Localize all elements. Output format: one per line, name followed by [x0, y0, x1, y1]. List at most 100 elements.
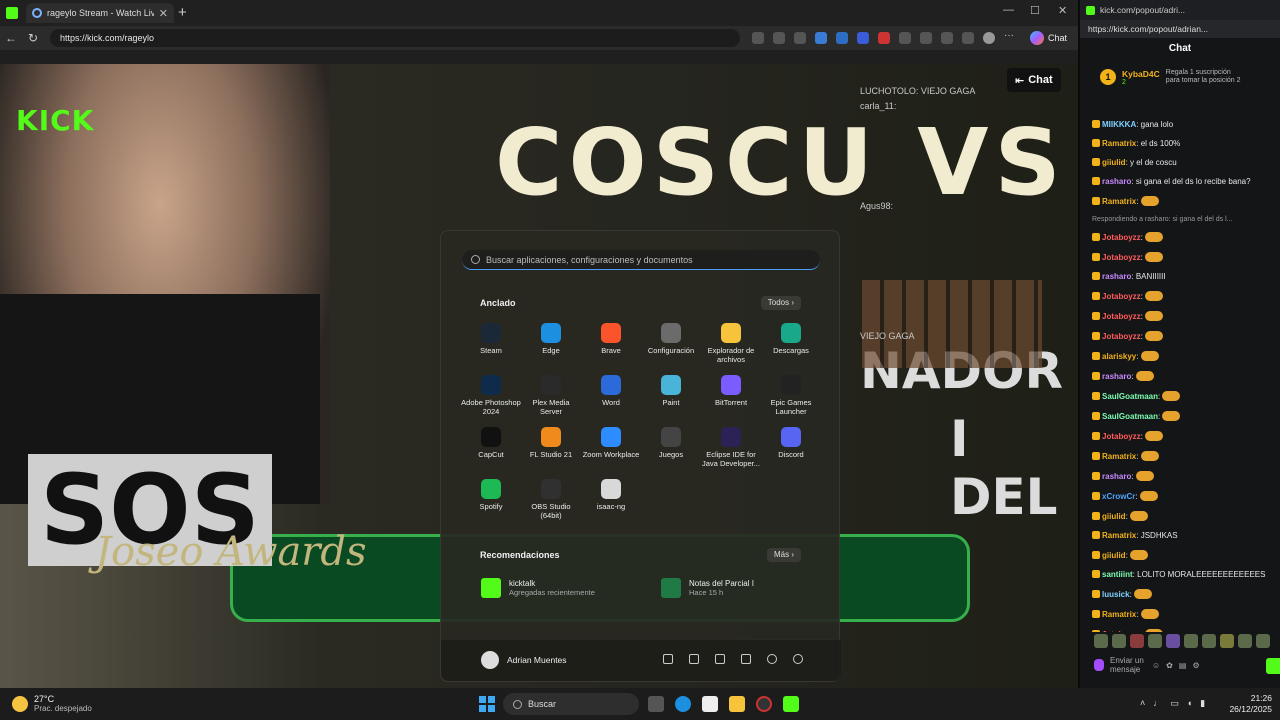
chat-username[interactable]: Jotaboyzz — [1102, 233, 1141, 242]
chat-username[interactable]: rasharo — [1102, 177, 1131, 186]
windows-start-icon[interactable] — [479, 696, 495, 712]
pinned-app[interactable]: Adobe Photoshop 2024 — [461, 375, 521, 427]
popout-url-field[interactable]: https://kick.com/popout/adrian... — [1080, 20, 1280, 38]
chat-message[interactable]: Ramatrix: JSDHKAS — [1092, 531, 1276, 541]
tray-overflow-icon[interactable]: ˄ — [1140, 698, 1145, 709]
chat-username[interactable]: Ramatrix — [1102, 197, 1136, 206]
start-search-input[interactable]: Buscar aplicaciones, configuraciones y d… — [462, 250, 820, 270]
pinned-app[interactable]: Edge — [521, 323, 581, 375]
gift-leaderboard[interactable]: 1 KybaD4C 2 Regala 1 suscripción para to… — [1086, 60, 1274, 94]
close-window-icon[interactable]: ✕ — [1058, 4, 1067, 17]
chat-username[interactable]: Ramatrix — [1102, 452, 1136, 461]
pinned-app[interactable]: Epic Games Launcher — [761, 375, 821, 427]
emote-button[interactable] — [1220, 634, 1234, 648]
weather-widget[interactable]: 27°C Prac. despejado — [12, 694, 92, 714]
chat-message[interactable]: giiulid: — [1092, 550, 1276, 561]
emote-button[interactable] — [1094, 634, 1108, 648]
user-account-button[interactable]: Adrian Muentes — [481, 651, 567, 669]
chat-message[interactable]: Jotaboyzz: — [1092, 252, 1276, 263]
chat-username[interactable]: Jotaboyzz — [1102, 312, 1141, 321]
emote-button[interactable] — [1166, 634, 1180, 648]
chat-username[interactable]: Jotaboyzz — [1102, 292, 1141, 301]
chat-username[interactable]: santiiint — [1102, 570, 1133, 579]
chat-message[interactable]: rasharo: — [1092, 471, 1276, 482]
chat-message[interactable]: Jotaboyzz: — [1092, 331, 1276, 342]
extension-icon[interactable] — [815, 32, 827, 44]
minimize-icon[interactable]: — — [1003, 4, 1014, 16]
chat-message[interactable]: alariskyy: — [1092, 351, 1276, 362]
power-icon[interactable] — [793, 654, 803, 664]
documents-icon[interactable] — [663, 654, 673, 664]
emote-button[interactable] — [1112, 634, 1126, 648]
pinned-app[interactable]: isaac-ng — [581, 479, 641, 531]
chat-message[interactable]: MIIKKKA: gana lolo — [1092, 120, 1276, 130]
favorite-star-icon[interactable] — [794, 32, 806, 44]
chat-message[interactable]: rasharo: — [1092, 371, 1276, 382]
battery-icon[interactable]: ▮ — [1200, 698, 1205, 709]
chat-message[interactable]: Ramatrix: — [1092, 451, 1276, 462]
emote-button[interactable] — [1130, 634, 1144, 648]
pinned-app[interactable]: Steam — [461, 323, 521, 375]
new-tab-button[interactable]: + — [178, 4, 187, 21]
more-menu-icon[interactable]: ··· — [1004, 31, 1016, 44]
chat-message[interactable]: santiiint: LOLITO MORALEEEEEEEEEEEES — [1092, 570, 1276, 580]
badge-icon[interactable] — [1094, 659, 1104, 671]
chat-username[interactable]: rasharo — [1102, 372, 1131, 381]
more-recommended-button[interactable]: Más › — [767, 548, 801, 562]
recommended-item[interactable]: Notas del Parcial I Hace 15 h — [661, 578, 754, 598]
kick-emotes-icon[interactable]: ✿ — [1166, 661, 1173, 670]
chat-username[interactable]: Ramatrix — [1102, 139, 1136, 148]
chat-message[interactable]: giiulid: — [1092, 511, 1276, 522]
store-icon[interactable]: ▤ — [1179, 661, 1187, 670]
chat-message[interactable]: Ramatrix: — [1092, 196, 1276, 207]
chat-username[interactable]: giiulid — [1102, 551, 1126, 560]
chat-message[interactable]: Jotaboyzz: — [1092, 291, 1276, 302]
close-tab-icon[interactable]: ✕ — [159, 7, 168, 20]
chat-username[interactable]: Jotaboyzz — [1102, 332, 1141, 341]
taskbar-search[interactable]: Buscar — [503, 693, 639, 715]
store-icon[interactable] — [702, 696, 718, 712]
chat-message[interactable]: Ramatrix: — [1092, 609, 1276, 620]
obs-icon[interactable] — [756, 696, 772, 712]
refresh-icon[interactable]: ↻ — [22, 31, 44, 45]
chat-username[interactable]: xCrowCr — [1102, 492, 1135, 501]
chat-message[interactable]: rasharo: BANIIIIII — [1092, 272, 1276, 282]
chat-username[interactable]: Jotaboyzz — [1102, 432, 1141, 441]
pinned-app[interactable]: Spotify — [461, 479, 521, 531]
url-field[interactable]: https://kick.com/rageylo — [50, 29, 740, 47]
profile-avatar[interactable] — [983, 32, 995, 44]
copilot-chat-button[interactable]: Chat — [1030, 31, 1067, 45]
chat-settings-icon[interactable]: ⚙ — [1192, 661, 1199, 670]
chat-message[interactable]: SaulGoatmaan: — [1092, 391, 1276, 402]
emote-button[interactable] — [1148, 634, 1162, 648]
pinned-app[interactable]: Paint — [641, 375, 701, 427]
pictures-icon[interactable] — [715, 654, 725, 664]
volume-icon[interactable]: ◖ — [1187, 698, 1192, 709]
chat-username[interactable]: SaulGoatmaan — [1102, 412, 1158, 421]
chat-username[interactable]: Jotaboyzz — [1102, 253, 1141, 262]
recommended-item[interactable]: kicktalk Agregadas recientemente — [481, 578, 595, 598]
favorites-icon[interactable] — [962, 32, 974, 44]
pinned-app[interactable]: Discord — [761, 427, 821, 479]
chat-input[interactable]: Enviar un mensaje — [1110, 656, 1146, 674]
chat-username[interactable]: alariskyy — [1102, 352, 1136, 361]
chat-message[interactable]: rasharo: si gana el del ds lo recibe ban… — [1092, 177, 1276, 187]
chat-username[interactable]: giiulid — [1102, 158, 1126, 167]
emote-button[interactable] — [1202, 634, 1216, 648]
microphone-icon[interactable]: ♩ — [1153, 698, 1162, 709]
kick-tab-icon[interactable] — [6, 7, 18, 19]
tab-rageylo[interactable]: rageylo Stream - Watch Live o ✕ — [26, 3, 174, 23]
videos-icon[interactable] — [741, 654, 751, 664]
chat-message[interactable]: SaulGoatmaan: — [1092, 411, 1276, 422]
chat-message[interactable]: Jotaboyzz: — [1092, 232, 1276, 243]
clock[interactable]: 21:26 26/12/2025 — [1229, 693, 1272, 715]
pinned-app[interactable]: CapCut — [461, 427, 521, 479]
emote-button[interactable] — [1238, 634, 1252, 648]
chat-username[interactable]: MIIKKKA — [1102, 120, 1136, 129]
pinned-app[interactable]: Zoom Workplace — [581, 427, 641, 479]
chat-message[interactable]: luusick: — [1092, 589, 1276, 600]
emote-button[interactable] — [1184, 634, 1198, 648]
all-apps-button[interactable]: Todos › — [760, 296, 801, 310]
chat-username[interactable]: SaulGoatmaan — [1102, 392, 1158, 401]
extension-icon[interactable] — [857, 32, 869, 44]
